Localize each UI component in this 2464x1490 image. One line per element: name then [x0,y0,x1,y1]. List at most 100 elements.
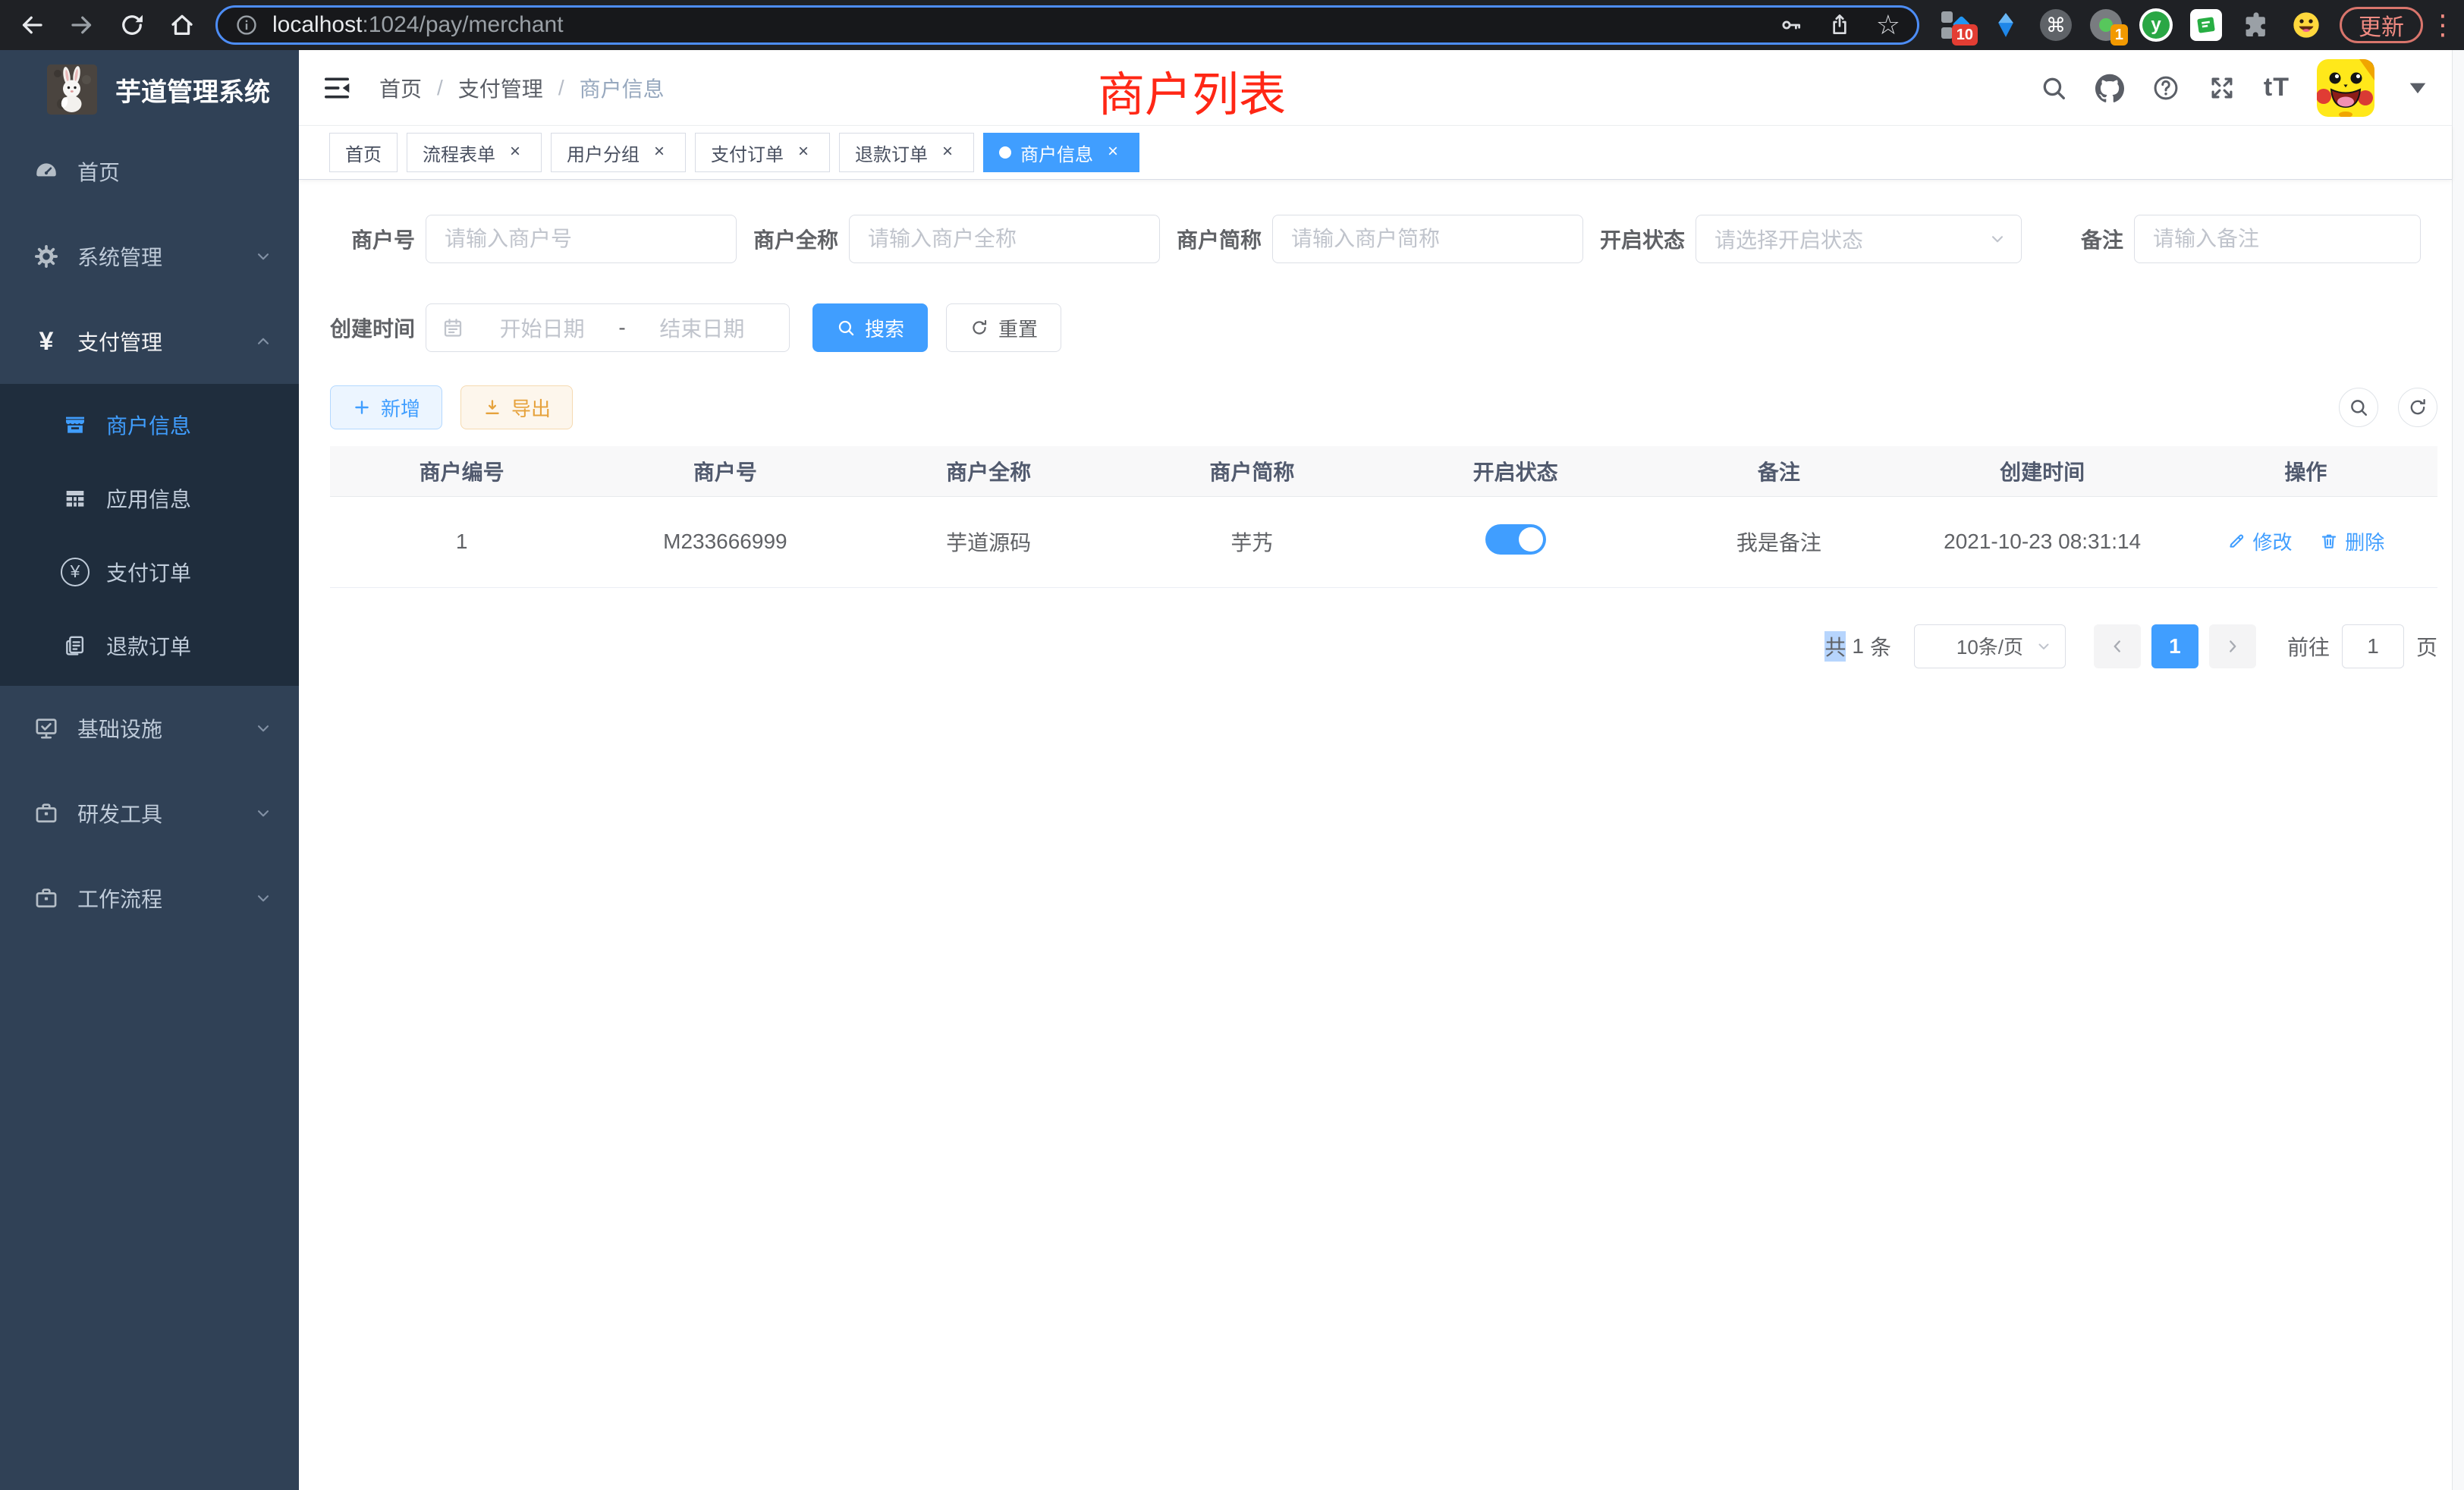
browser-forward-icon[interactable] [68,11,96,39]
sidebar-item-workflow[interactable]: 工作流程 [0,856,299,941]
address-bar[interactable]: localhost:1024/pay/merchant ☆ [215,5,1919,45]
extension-icon-3[interactable]: ⌘ [2039,8,2073,42]
page-size-select[interactable]: 10条/页 [1914,624,2066,668]
extension-icon-8[interactable] [2290,8,2323,42]
bookmark-star-icon[interactable]: ☆ [1876,11,1900,39]
sidebar-fold-icon[interactable] [322,73,352,103]
browser-back-icon[interactable] [18,11,46,39]
sidebar-item-label: 研发工具 [77,798,162,828]
total-count: 1 [1852,634,1864,659]
status-toggle[interactable] [1485,524,1546,555]
export-button[interactable]: 导出 [460,385,573,429]
extension-icon-2[interactable] [1989,8,2022,42]
next-page-button[interactable] [2209,624,2256,668]
remark-input[interactable] [2134,215,2421,263]
fullscreen-icon[interactable] [2208,74,2236,102]
chevron-up-icon [253,332,273,351]
tab-refund-order[interactable]: 退款订单 × [839,133,974,172]
toolbox-icon [29,800,64,826]
prev-page-button[interactable] [2094,624,2141,668]
goto-page-input[interactable] [2342,624,2404,668]
breadcrumb-item-home[interactable]: 首页 [379,73,422,103]
plus-icon [352,398,372,417]
caret-down-icon[interactable] [2403,74,2432,102]
close-icon[interactable]: × [504,142,526,163]
col-full-name: 商户全称 [857,446,1120,496]
full-name-input[interactable] [849,215,1160,263]
browser-update-button[interactable]: 更新 [2340,7,2423,43]
browser-menu-icon[interactable]: ⋮ [2429,9,2456,41]
status-select[interactable]: 请选择开启状态 [1696,215,2022,263]
extension-icon-7[interactable] [2239,8,2273,42]
search-button[interactable]: 搜索 [812,303,928,352]
page-1-button[interactable]: 1 [2151,624,2198,668]
sidebar-item-dev-tools[interactable]: 研发工具 [0,771,299,856]
add-button[interactable]: 新增 [330,385,442,429]
breadcrumb: 首页 / 支付管理 / 商户信息 [379,73,665,103]
tab-process-form[interactable]: 流程表单 × [407,133,542,172]
site-info-icon[interactable] [234,13,259,37]
tab-label: 商户信息 [1020,140,1093,166]
help-icon[interactable] [2151,74,2180,102]
close-icon[interactable]: × [793,142,814,163]
sidebar-item-app-info[interactable]: 应用信息 [0,461,299,535]
close-icon[interactable]: × [937,142,958,163]
merchant-no-input[interactable] [426,215,737,263]
tab-home[interactable]: 首页 [329,133,398,172]
breadcrumb-item-payment[interactable]: 支付管理 [458,73,543,103]
chevron-down-icon [253,803,273,823]
sidebar-item-infra[interactable]: 基础设施 [0,686,299,771]
delete-button[interactable]: 删除 [2319,527,2384,555]
close-icon[interactable]: × [649,142,670,163]
calendar-icon [442,316,464,339]
date-start-placeholder[interactable]: 开始日期 [470,313,614,343]
page-size-value: 10条/页 [1956,632,2023,660]
tab-pay-order[interactable]: 支付订单 × [695,133,830,172]
sidebar-item-merchant-info[interactable]: 商户信息 [0,388,299,461]
short-name-input[interactable] [1272,215,1583,263]
puzzle-icon [2242,11,2271,39]
extension-icon-4[interactable]: 1 [2089,8,2123,42]
sidebar-item-label: 系统管理 [77,241,162,272]
browser-home-icon[interactable] [168,11,196,39]
sidebar-item-payment[interactable]: ¥ 支付管理 [0,299,299,384]
cell-status [1384,496,1647,587]
app-logo-row[interactable]: 芋道管理系统 [0,50,299,129]
refresh-table-button[interactable] [2398,388,2437,427]
reset-button[interactable]: 重置 [946,303,1061,352]
extension-icon-5[interactable]: y [2139,8,2173,42]
github-icon[interactable] [2095,74,2124,102]
edit-icon [2227,531,2246,551]
sidebar-item-refund-order[interactable]: 退款订单 [0,608,299,682]
sidebar-item-home[interactable]: 首页 [0,129,299,214]
cell-merchant-id: 1 [330,496,593,587]
chevron-down-icon [253,888,273,908]
trash-icon [2319,531,2339,551]
browser-reload-icon[interactable] [118,11,146,39]
font-size-icon[interactable]: tT [2264,73,2290,102]
refresh-icon [970,318,989,338]
edit-button[interactable]: 修改 [2227,527,2292,555]
export-button-label: 导出 [511,394,551,422]
cell-merchant-no: M233666999 [593,496,856,587]
extension-icon-6[interactable] [2189,8,2223,42]
active-dot [999,146,1011,159]
sidebar-item-label: 首页 [77,156,120,187]
tab-label: 首页 [345,140,382,166]
toggle-search-button[interactable] [2339,388,2378,427]
share-icon[interactable] [1828,13,1852,37]
tab-user-group[interactable]: 用户分组 × [551,133,686,172]
tab-merchant-info[interactable]: 商户信息 × [983,133,1139,172]
sidebar: 芋道管理系统 首页 系统管理 ¥ 支付管理 商户信息 [0,50,299,1490]
close-icon[interactable]: × [1102,142,1124,163]
scrollbar[interactable] [2452,50,2464,1490]
date-end-placeholder[interactable]: 结束日期 [630,313,774,343]
extension-icon-1[interactable]: 10 [1939,8,1972,42]
sidebar-item-pay-order[interactable]: ¥ 支付订单 [0,535,299,608]
create-time-range-picker[interactable]: 开始日期 - 结束日期 [426,303,790,352]
sidebar-item-system[interactable]: 系统管理 [0,214,299,299]
passkey-icon[interactable] [1779,13,1803,37]
search-icon[interactable] [2039,74,2068,102]
sidebar-item-label: 工作流程 [77,883,162,913]
avatar[interactable] [2317,59,2374,117]
